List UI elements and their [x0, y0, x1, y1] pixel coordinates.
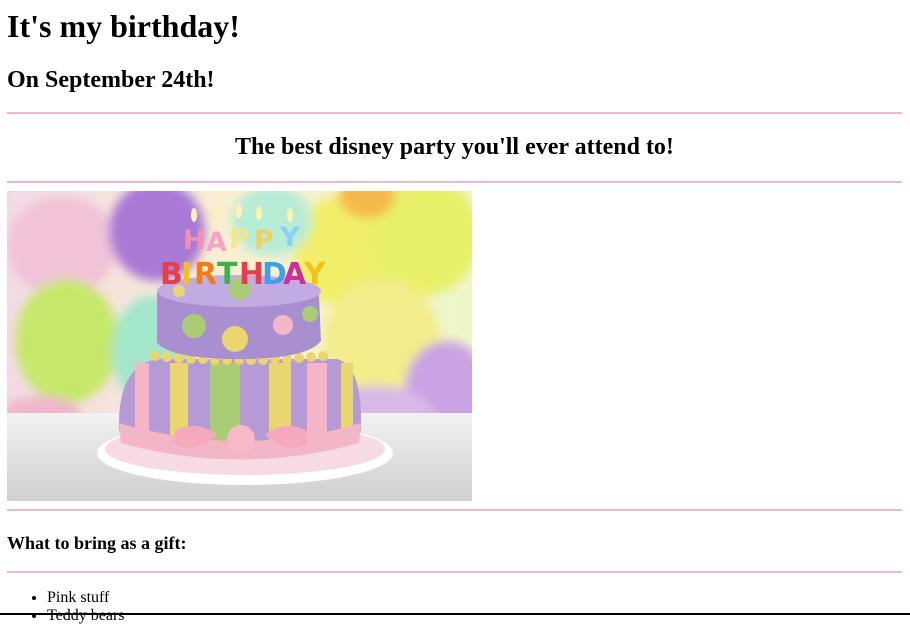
birthday-cake-illustration: H A P P Y B I R T H D A Y	[7, 191, 472, 501]
svg-text:A: A	[206, 227, 227, 258]
party-tagline: The best disney party you'll ever attend…	[235, 134, 674, 160]
svg-text:T: T	[217, 257, 238, 292]
divider	[7, 509, 902, 511]
list-item: Teddy bears	[47, 607, 125, 625]
svg-text:B: B	[160, 257, 183, 292]
gift-list: Pink stuff Teddy bears	[47, 589, 125, 625]
svg-text:Y: Y	[279, 222, 300, 253]
svg-text:H: H	[239, 257, 264, 292]
party-date-heading: On September 24th!	[7, 67, 215, 93]
svg-text:I: I	[181, 257, 192, 292]
svg-text:Y: Y	[303, 257, 327, 292]
svg-text:P: P	[229, 224, 249, 255]
svg-text:R: R	[194, 257, 217, 292]
divider	[7, 571, 902, 573]
svg-text:H: H	[183, 225, 206, 256]
list-item: Pink stuff	[47, 589, 125, 607]
gift-heading: What to bring as a gift:	[7, 533, 187, 553]
divider	[7, 112, 902, 114]
svg-text:P: P	[254, 225, 274, 256]
page-title: It's my birthday!	[7, 8, 240, 44]
birthday-cake-image: H A P P Y B I R T H D A Y	[7, 191, 472, 501]
divider	[7, 181, 902, 183]
